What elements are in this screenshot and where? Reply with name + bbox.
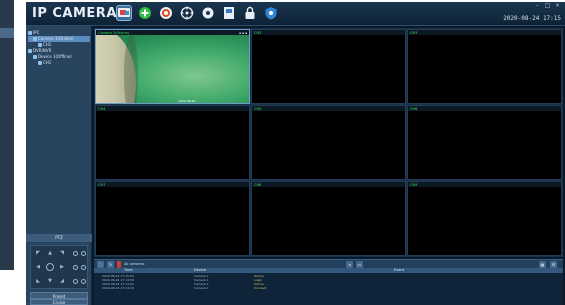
- cell-title-bar: [96, 106, 249, 111]
- folder-icon: [28, 31, 32, 35]
- ptz-right-icon[interactable]: ▶: [59, 264, 65, 270]
- ptz-down-right-icon[interactable]: ◢: [59, 278, 65, 284]
- video-cell[interactable]: Camera 1(Online) ▪ ▪ ▪ 2020-08-24: [95, 29, 250, 104]
- cell-title-bar: [252, 182, 405, 187]
- close-icon[interactable]: ×: [554, 3, 561, 9]
- cell-label: CH2: [254, 31, 262, 35]
- live-view-icon[interactable]: [116, 5, 132, 21]
- focus-far-icon[interactable]: [81, 265, 86, 270]
- iris-open-icon[interactable]: [73, 279, 78, 284]
- window-controls: – □ ×: [534, 3, 561, 9]
- camera-icon: [33, 55, 37, 59]
- cell-label: CH3: [410, 31, 418, 35]
- ptz-control-pad: ◤ ▲ ◥ ◀ ▶ ◣ ▼ ◢: [30, 245, 88, 289]
- camera-icon: [33, 37, 37, 41]
- ptz-icon[interactable]: [179, 5, 195, 21]
- device-tree: IPC Camera 1(Online) CH1 DVR/NVR Device 1(Of…: [28, 30, 90, 66]
- records-icon[interactable]: [221, 5, 237, 21]
- video-cell[interactable]: CH6: [407, 105, 562, 180]
- device-tree-item[interactable]: CH1: [28, 60, 90, 66]
- cell-title-bar: [408, 30, 561, 35]
- cell-label: CH5: [254, 107, 262, 111]
- feed-timestamp: 2020-08-24: [178, 99, 196, 103]
- zoom-out-icon[interactable]: [81, 251, 86, 256]
- video-cell[interactable]: CH3: [407, 29, 562, 104]
- cell-label: CH6: [410, 107, 418, 111]
- preset-button[interactable]: Preset: [30, 292, 88, 299]
- log-event: Connect: [254, 286, 267, 290]
- device-tree-label: CH1: [43, 60, 52, 65]
- clock-display: 2020-08-24 17:15: [503, 15, 561, 22]
- event-log: Time Device Event 2020-08-24 17:15:02 Cam…: [94, 268, 563, 305]
- log-header-time: Time: [124, 268, 133, 272]
- cell-title-bar: [408, 106, 561, 111]
- cell-label: CH4: [98, 107, 106, 111]
- app-title: IP CAMERA: [32, 6, 117, 21]
- cruise-button[interactable]: Cruise: [30, 299, 88, 305]
- adjacent-window-bar: [0, 28, 14, 38]
- cell-title-bar: [96, 182, 249, 187]
- video-cell[interactable]: CH9: [407, 181, 562, 256]
- ip-camera-app-window: IP CAMERA – □ × 2020-08-24 17:15 IPC Came…: [26, 2, 565, 305]
- video-cell[interactable]: CH5: [251, 105, 406, 180]
- video-cell[interactable]: CH2: [251, 29, 406, 104]
- layout-options-icon[interactable]: ⚙: [550, 261, 557, 268]
- ptz-up-right-icon[interactable]: ◥: [59, 250, 65, 256]
- cell-label: CH7: [98, 183, 106, 187]
- cell-title-bar: [252, 30, 405, 35]
- log-time: 2020-08-24 17:14:10: [102, 286, 134, 290]
- focus-near-icon[interactable]: [73, 265, 78, 270]
- maximize-icon[interactable]: □: [544, 3, 551, 9]
- title-bar: IP CAMERA – □ × 2020-08-24 17:15: [26, 2, 565, 26]
- main-toolbar: [116, 5, 279, 21]
- snapshot-icon[interactable]: ✎: [107, 261, 114, 268]
- ptz-up-left-icon[interactable]: ◤: [35, 250, 41, 256]
- iris-close-icon[interactable]: [81, 279, 86, 284]
- grid-toolbar: ⛶ ✎ All cameras ◂ ▭ ▦ ⚙: [94, 259, 563, 268]
- cell-title-bar: [252, 106, 405, 111]
- ptz-label: PTZ: [26, 234, 92, 242]
- log-device: Camera 1: [194, 286, 209, 290]
- channel-icon: [38, 61, 42, 65]
- zoom-in-icon[interactable]: [73, 251, 78, 256]
- folder-icon: [28, 49, 32, 53]
- ptz-left-icon[interactable]: ◀: [35, 264, 41, 270]
- ptz-up-icon[interactable]: ▲: [47, 250, 53, 256]
- adjacent-window-blank: [0, 270, 14, 305]
- stream-icon[interactable]: ▭: [356, 261, 363, 268]
- video-grid: Camera 1(Online) ▪ ▪ ▪ 2020-08-24 CH2 CH3 CH4…: [94, 28, 563, 257]
- record-icon[interactable]: [117, 261, 121, 268]
- cell-label: CH9: [410, 183, 418, 187]
- minimize-icon[interactable]: –: [534, 3, 541, 9]
- log-row[interactable]: 2020-08-24 17:14:10 Camera 1 Connect: [94, 286, 563, 290]
- video-cell[interactable]: CH8: [251, 181, 406, 256]
- camera-feed: 2020-08-24: [96, 35, 249, 103]
- fullscreen-icon[interactable]: ⛶: [97, 261, 104, 268]
- log-header-event: Event: [394, 268, 405, 272]
- video-cell[interactable]: CH4: [95, 105, 250, 180]
- cell-title-bar: [408, 182, 561, 187]
- playback-icon[interactable]: [158, 5, 174, 21]
- ptz-down-left-icon[interactable]: ◣: [35, 278, 41, 284]
- settings-icon[interactable]: [200, 5, 216, 21]
- video-cell[interactable]: CH7: [95, 181, 250, 256]
- layout-icon[interactable]: ▦: [539, 261, 546, 268]
- log-header: Time Device Event: [94, 268, 563, 273]
- ptz-center-icon[interactable]: [46, 263, 54, 271]
- adjacent-window-fragment: [0, 0, 14, 305]
- audio-icon[interactable]: ◂: [346, 261, 353, 268]
- info-icon[interactable]: [263, 5, 279, 21]
- grid-status-text: All cameras: [124, 262, 145, 266]
- channel-icon: [38, 43, 42, 47]
- ptz-down-icon[interactable]: ▼: [47, 278, 53, 284]
- feed-shadow: [124, 35, 138, 103]
- cell-label: CH8: [254, 183, 262, 187]
- lock-icon[interactable]: [242, 5, 258, 21]
- left-panel: IPC Camera 1(Online) CH1 DVR/NVR Device 1(Of…: [26, 26, 92, 305]
- add-camera-icon[interactable]: [137, 5, 153, 21]
- log-header-device: Device: [194, 268, 206, 272]
